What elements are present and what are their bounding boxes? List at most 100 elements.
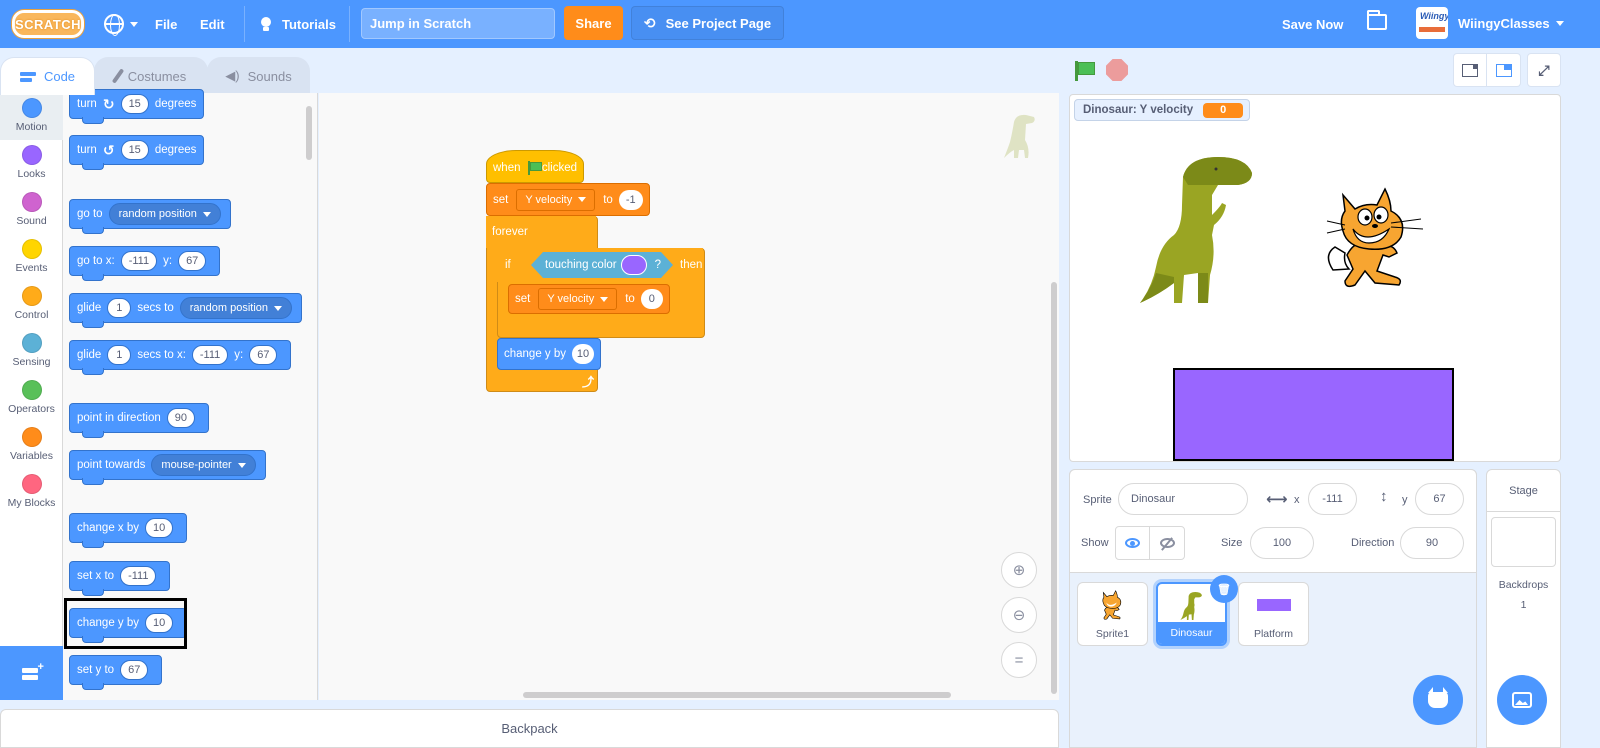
category-motion[interactable]: Motion [0,93,63,140]
category-looks[interactable]: Looks [0,140,63,187]
tab-code[interactable]: Code [0,57,95,95]
save-now-button[interactable]: Save Now [1282,0,1343,48]
block-turn-left[interactable]: turn ↺ 15 degrees [69,135,205,170]
project-title-input[interactable]: Jump in Scratch [361,8,555,39]
block-glide-xy[interactable]: glide 1 secs to x: -111 y: 67 [69,340,292,375]
script-area[interactable] [319,93,1059,700]
category-menu: Motion Looks Sound Events Control Sensin… [0,93,63,646]
tutorials-button[interactable]: Tutorials [258,0,336,48]
touching-color-block[interactable]: touching color ? [531,252,673,278]
block-input[interactable]: 10 [572,344,595,364]
block-input[interactable]: 1 [107,298,132,318]
set-variable-block[interactable]: set Y velocity to -1 [486,183,650,216]
block-dropdown[interactable]: mouse-pointer [151,454,256,476]
category-variables[interactable]: Variables [0,422,63,469]
block-text: point in direction [77,412,161,424]
x-position-input[interactable]: -111 [1308,483,1357,515]
rotate-right-icon: ↻ [102,95,115,112]
size-input[interactable]: 100 [1250,527,1314,559]
variable-dropdown[interactable]: Y velocity [538,288,618,310]
stop-button[interactable] [1106,59,1128,81]
block-input[interactable]: 90 [166,408,195,428]
block-input[interactable]: 15 [120,140,149,160]
small-stage-button[interactable] [1453,53,1487,87]
block-point-towards[interactable]: point towards mouse-pointer [69,450,266,485]
forever-header: forever [486,216,596,248]
variable-monitor[interactable]: Dinosaur: Y velocity 0 [1074,99,1251,121]
stage-thumbnail[interactable] [1491,517,1556,567]
block-input[interactable]: 0 [640,289,663,309]
sprite-name-input[interactable]: Dinosaur [1118,483,1248,515]
green-flag-icon [527,160,543,175]
backpack[interactable]: Backpack [0,709,1059,748]
loop-arrow-icon: ⤴ [582,374,595,389]
script-vertical-scrollbar[interactable] [1051,282,1057,694]
category-dot-icon [21,98,42,118]
block-go-to[interactable]: go to random position [69,199,231,234]
account-menu[interactable]: Wiingy WiingyClasses [1416,6,1564,40]
variable-dropdown[interactable]: Y velocity [516,188,596,211]
palette-scrollbar[interactable] [306,106,312,160]
block-input[interactable]: 67 [120,660,149,680]
block-input[interactable]: -111 [120,566,157,586]
delete-sprite-button[interactable]: 🗑 [1210,575,1238,603]
zoom-reset-button[interactable]: = [1001,642,1037,678]
color-picker-input[interactable] [621,255,647,275]
block-set-x[interactable]: set x to -111 [69,561,171,596]
block-dropdown[interactable]: random position [179,297,293,319]
dinosaur-sprite[interactable] [1138,155,1263,305]
see-project-page-button[interactable]: ⟲ See Project Page [631,6,784,40]
block-input[interactable]: 67 [249,345,278,365]
zoom-out-icon: ⊖ [1012,607,1026,624]
cat-sprite[interactable] [1325,185,1427,290]
set-variable-block[interactable]: set Y velocity to 0 [508,284,670,314]
my-stuff-folder-icon[interactable] [1367,10,1387,30]
add-backdrop-button[interactable] [1497,675,1547,725]
block-input[interactable]: 15 [120,94,149,114]
script-horizontal-scrollbar[interactable] [523,692,951,698]
category-events[interactable]: Events [0,234,63,281]
block-input[interactable]: -1 [618,189,643,210]
green-flag-button[interactable] [1073,60,1095,82]
block-input[interactable]: 10 [145,518,174,538]
zoom-out-button[interactable]: ⊖ [1001,597,1037,633]
zoom-in-button[interactable]: ⊕ [1001,552,1037,588]
block-input[interactable]: -111 [120,251,158,271]
y-position-input[interactable]: 67 [1415,483,1464,515]
change-y-block[interactable]: change y by 10 [497,338,601,370]
large-stage-button[interactable] [1487,53,1521,87]
block-go-to-xy[interactable]: go to x: -111 y: 67 [69,246,221,281]
block-dropdown[interactable]: random position [108,203,221,225]
block-text: y: [163,255,173,267]
category-label: My Blocks [7,497,56,509]
when-flag-clicked-block[interactable]: when clicked [486,150,584,183]
category-sound[interactable]: Sound [0,187,63,234]
show-sprite-button[interactable] [1116,527,1151,559]
sprite-tile-sprite1[interactable]: Sprite1 [1077,582,1148,646]
direction-input[interactable]: 90 [1400,527,1464,559]
category-my-blocks[interactable]: My Blocks [0,469,63,516]
category-operators[interactable]: Operators [0,375,63,422]
sprite-tile-platform[interactable]: Platform [1238,582,1309,646]
hide-sprite-button[interactable] [1150,527,1184,559]
caret-down-icon [202,211,211,217]
scratch-logo[interactable]: SCRATCH [12,10,84,38]
block-input[interactable]: 67 [178,251,207,271]
platform-sprite[interactable] [1173,368,1454,461]
file-menu[interactable]: File [155,0,177,48]
language-menu[interactable] [104,0,138,48]
block-glide-to[interactable]: glide 1 secs to random position [69,293,303,328]
block-point-in-direction[interactable]: point in direction 90 [69,403,209,438]
share-button[interactable]: Share [564,6,623,40]
block-input[interactable]: 1 [107,345,132,365]
category-sensing[interactable]: Sensing [0,328,63,375]
block-change-x[interactable]: change x by 10 [69,513,188,548]
add-sprite-button[interactable] [1413,675,1463,725]
block-input[interactable]: -111 [191,345,229,365]
edit-menu[interactable]: Edit [200,0,225,48]
tab-sounds[interactable]: ◀) Sounds [207,57,310,94]
block-set-y[interactable]: set y to 67 [69,655,163,690]
category-control[interactable]: Control [0,281,63,328]
add-extension-button[interactable]: + [0,646,63,700]
fullscreen-button[interactable]: ⤢ [1527,53,1561,87]
